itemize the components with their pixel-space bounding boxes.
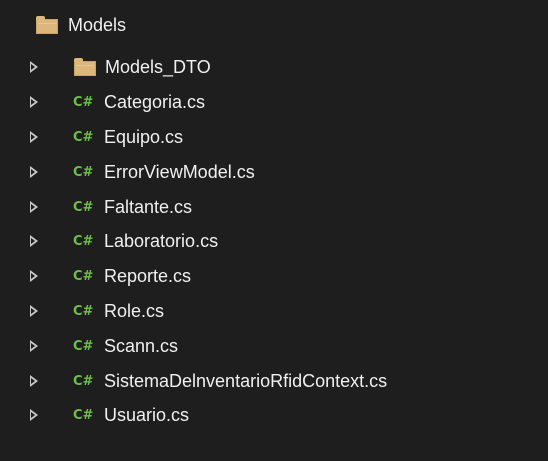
expand-arrow-icon[interactable] <box>30 61 38 73</box>
csharp-file-icon: C# <box>73 407 94 423</box>
tree-node-label: Models <box>68 14 127 35</box>
tree-node-file[interactable]: C# Reporte.cs <box>0 259 548 293</box>
expand-arrow-icon[interactable] <box>30 270 38 282</box>
csharp-file-icon: C# <box>73 199 94 215</box>
expand-arrow-icon[interactable] <box>30 166 38 178</box>
tree-node-label: Faltante.cs <box>104 196 193 217</box>
csharp-file-icon: C# <box>73 233 94 249</box>
expand-arrow-icon[interactable] <box>30 375 38 387</box>
solution-explorer-tree: Models Models_DTO C# Categoria.cs C# Equ… <box>0 0 548 461</box>
tree-node-file[interactable]: C# Laboratorio.cs <box>0 224 548 258</box>
tree-node-label: Scann.cs <box>104 335 179 356</box>
tree-node-file[interactable]: C# Usuario.cs <box>0 398 548 432</box>
expand-arrow-icon[interactable] <box>30 131 38 143</box>
folder-icon <box>36 16 58 34</box>
csharp-file-icon: C# <box>73 303 94 319</box>
tree-node-label: Role.cs <box>104 300 165 321</box>
tree-node-label: ErrorViewModel.cs <box>104 161 255 182</box>
expand-arrow-icon[interactable] <box>30 96 38 108</box>
tree-node-label: Laboratorio.cs <box>104 230 219 251</box>
expand-arrow-icon[interactable] <box>30 235 38 247</box>
expand-arrow-icon[interactable] <box>30 201 38 213</box>
tree-node-file[interactable]: C# ErrorViewModel.cs <box>0 155 548 189</box>
folder-icon <box>74 58 96 76</box>
tree-node-file[interactable]: C# SistemaDelnventarioRfidContext.cs <box>0 364 548 398</box>
tree-node-label: Reporte.cs <box>104 265 192 286</box>
csharp-file-icon: C# <box>73 373 94 389</box>
tree-node-label: SistemaDelnventarioRfidContext.cs <box>104 370 388 391</box>
csharp-file-icon: C# <box>73 338 94 354</box>
tree-node-label: Equipo.cs <box>104 126 184 147</box>
tree-node-label: Usuario.cs <box>104 404 190 425</box>
csharp-file-icon: C# <box>73 129 94 145</box>
tree-node-label: Models_DTO <box>105 56 211 77</box>
tree-node-label: Categoria.cs <box>104 91 206 112</box>
csharp-file-icon: C# <box>73 94 94 110</box>
tree-node-file[interactable]: C# Scann.cs <box>0 329 548 363</box>
tree-node-models[interactable]: Models <box>0 8 548 42</box>
expand-arrow-icon[interactable] <box>30 340 38 352</box>
tree-node-file[interactable]: C# Role.cs <box>0 294 548 328</box>
expand-arrow-icon[interactable] <box>30 409 38 421</box>
csharp-file-icon: C# <box>73 164 94 180</box>
expand-arrow-icon[interactable] <box>30 305 38 317</box>
csharp-file-icon: C# <box>73 268 94 284</box>
tree-node-file[interactable]: C# Faltante.cs <box>0 190 548 224</box>
tree-node-file[interactable]: C# Categoria.cs <box>0 85 548 119</box>
tree-node-models-dto[interactable]: Models_DTO <box>0 50 548 84</box>
tree-node-file[interactable]: C# Equipo.cs <box>0 120 548 154</box>
